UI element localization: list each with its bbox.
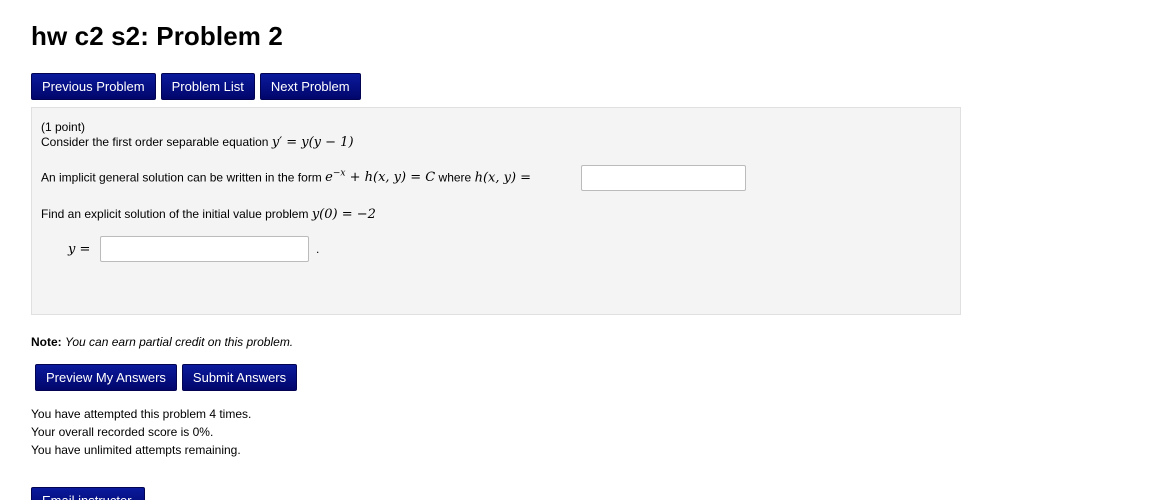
page-title: hw c2 s2: Problem 2 — [31, 21, 283, 51]
answer-period: . — [316, 242, 320, 256]
problem-list-button[interactable]: Problem List — [160, 73, 255, 100]
explicit-line: Find an explicit solution of the initial… — [41, 207, 376, 222]
email-instructor-button[interactable]: Email instructor — [31, 487, 145, 500]
problem-nav: Previous Problem Problem List Next Probl… — [31, 73, 361, 100]
implicit-line: An implicit general solution can be writ… — [41, 169, 531, 185]
remaining-text: You have unlimited attempts remaining. — [31, 443, 241, 457]
answer-actions: Preview My Answers Submit Answers — [35, 364, 298, 391]
problem-points: (1 point) — [41, 120, 86, 134]
problem-intro: Consider the first order separable equat… — [41, 135, 269, 149]
explicit-prefix: Find an explicit solution of the initial… — [41, 207, 309, 221]
partial-credit-note: Note: You can earn partial credit on thi… — [31, 335, 293, 349]
implicit-prefix: An implicit general solution can be writ… — [41, 170, 322, 185]
next-problem-button[interactable]: Next Problem — [259, 73, 361, 100]
h-answer-input[interactable] — [581, 165, 746, 191]
y-label: y = — [68, 242, 91, 257]
previous-problem-button[interactable]: Previous Problem — [31, 73, 156, 100]
attempt-status: You have attempted this problem 4 times.… — [31, 405, 251, 459]
score-text: Your overall recorded score is 0%. — [31, 425, 214, 439]
preview-answers-button[interactable]: Preview My Answers — [35, 364, 177, 391]
problem-intro-line: Consider the first order separable equat… — [41, 135, 354, 150]
note-text: You can earn partial credit on this prob… — [65, 335, 294, 349]
submit-answers-button[interactable]: Submit Answers — [181, 364, 298, 391]
page: hw c2 s2: Problem 2 Previous Problem Pro… — [0, 0, 1159, 500]
h-label: h(x, y) = — [474, 170, 532, 186]
implicit-where: where — [438, 170, 472, 185]
y-label-wrap: y = — [68, 242, 90, 257]
problem-equation: y′ = y(y − 1) — [271, 135, 354, 150]
initial-condition: y(0) = −2 — [311, 207, 376, 222]
problem-box: (1 point) Consider the first order separ… — [31, 107, 961, 315]
attempts-text: You have attempted this problem 4 times. — [31, 407, 252, 421]
note-label: Note: — [31, 335, 62, 349]
y-answer-input[interactable] — [100, 236, 309, 262]
implicit-form: e−x + h(x, y) = C — [325, 169, 436, 186]
